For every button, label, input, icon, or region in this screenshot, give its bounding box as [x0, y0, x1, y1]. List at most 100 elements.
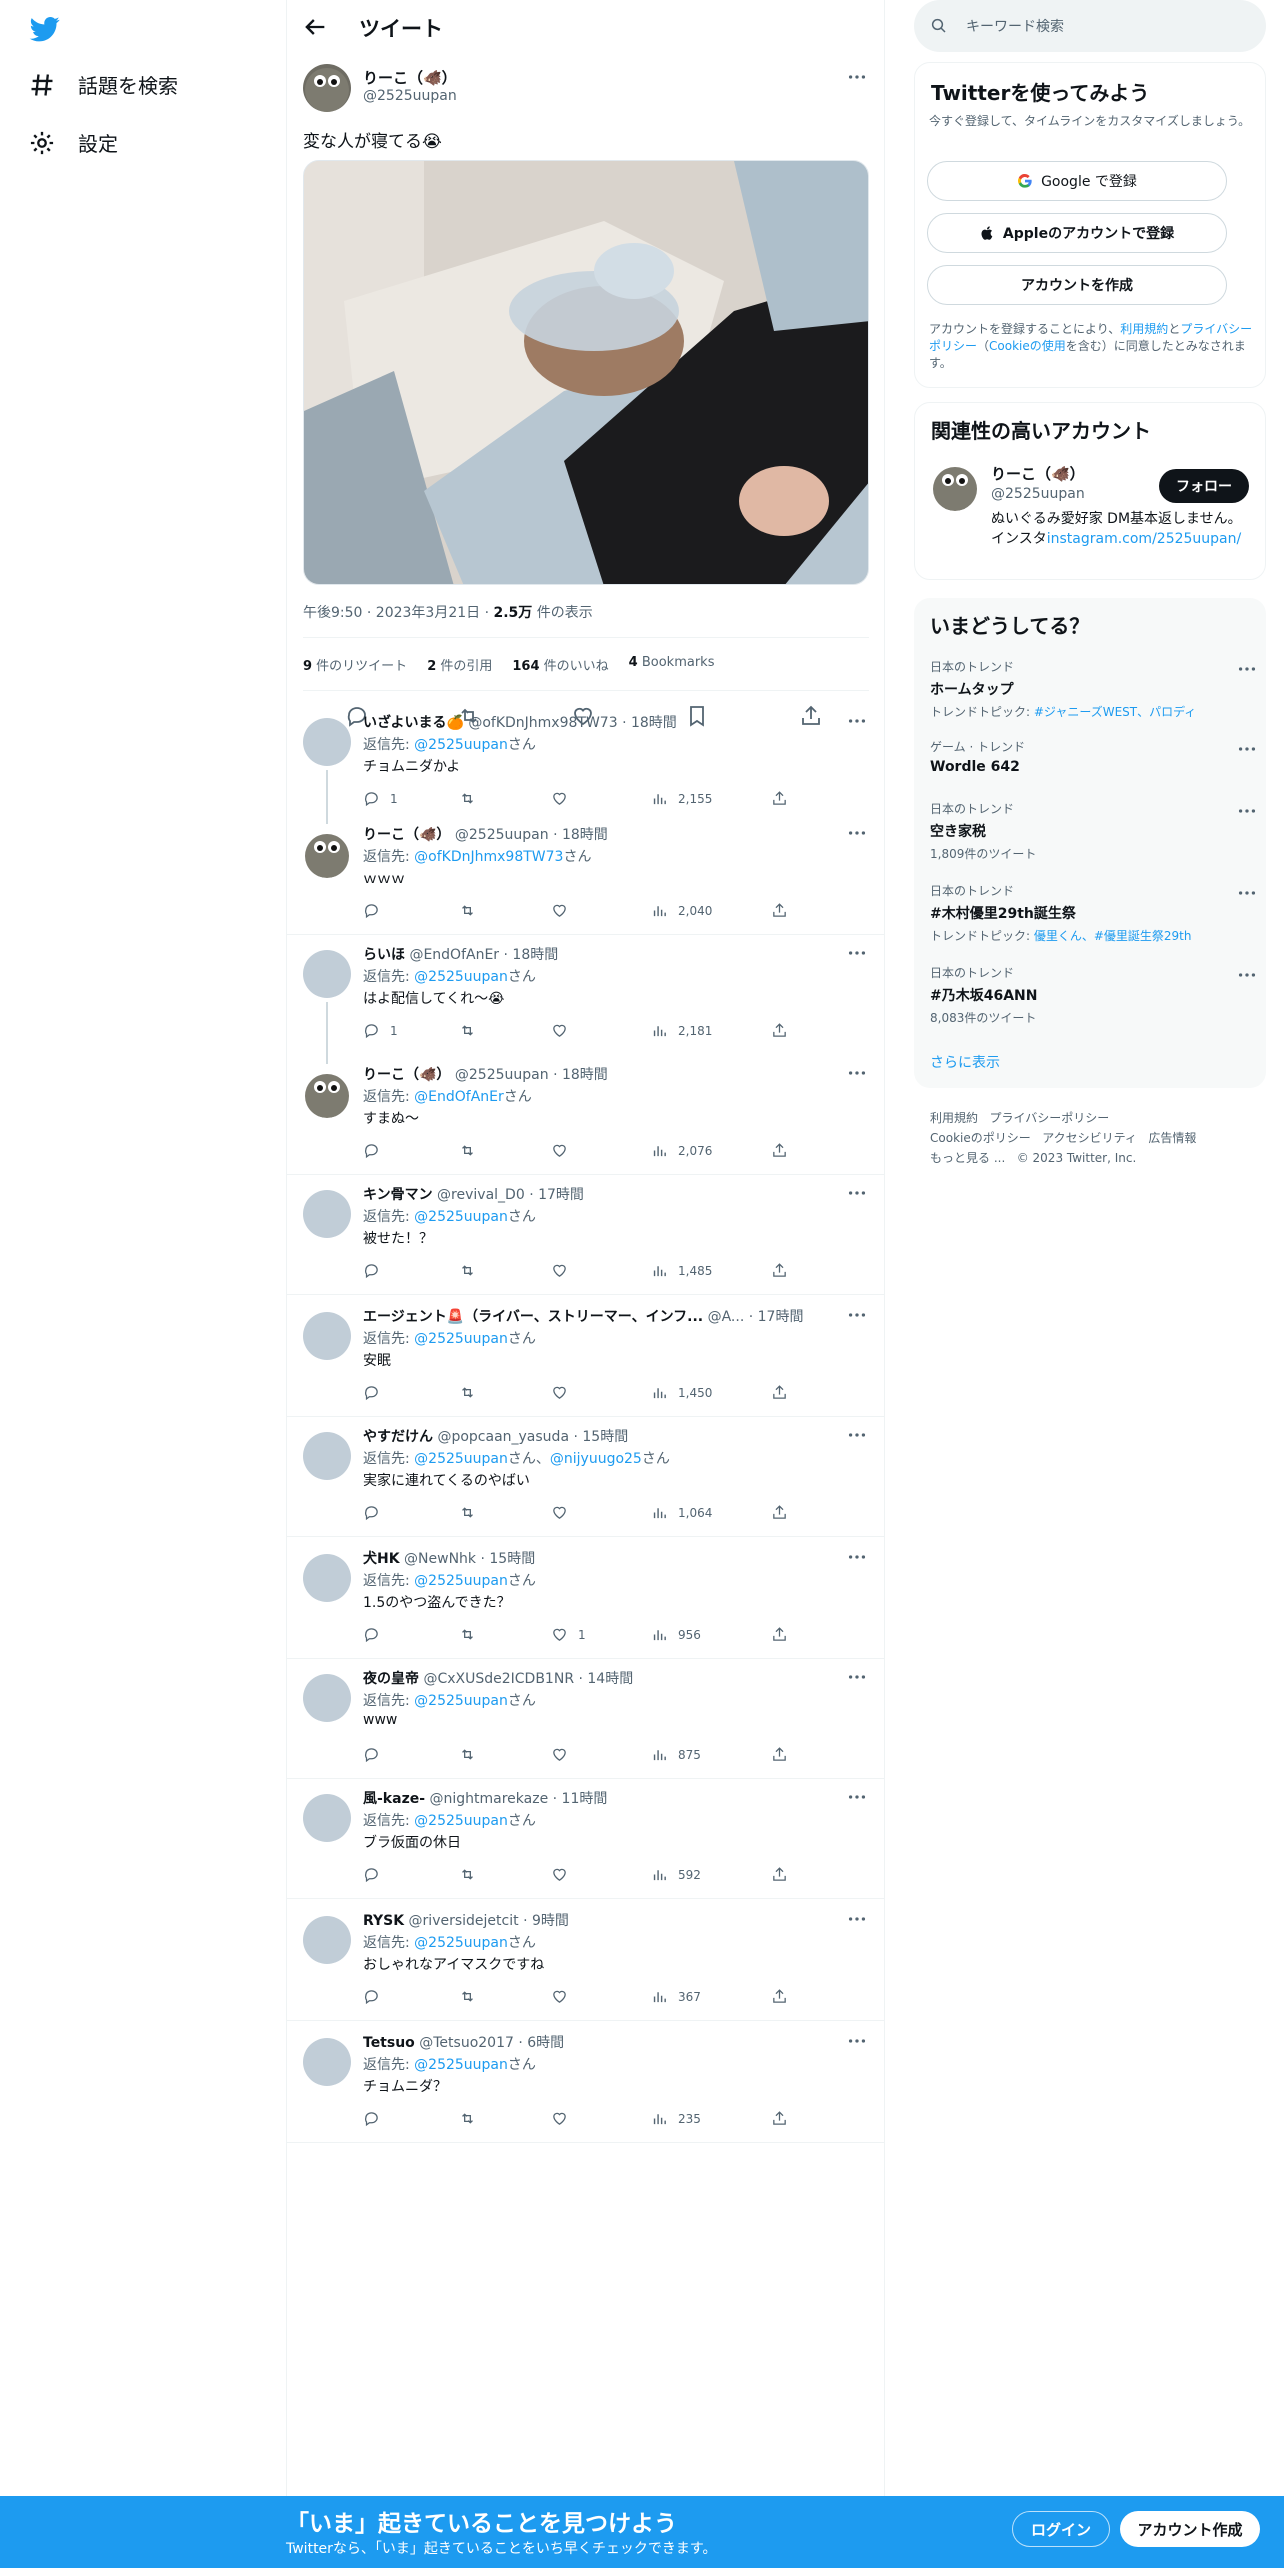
footer-ads[interactable]: 広告情報	[1148, 1131, 1196, 1145]
views-button[interactable]: 235	[651, 2110, 701, 2127]
avatar[interactable]	[303, 1916, 351, 1964]
trend-topic-link[interactable]: #ジャニーズWEST、パロディ	[1034, 705, 1196, 719]
views-button[interactable]: 1,064	[651, 1504, 712, 1521]
retweet-button[interactable]	[459, 1988, 486, 2005]
reply-button[interactable]	[363, 1384, 390, 1401]
reply-button[interactable]	[363, 902, 390, 919]
share-button[interactable]	[771, 1022, 788, 1039]
reply-author-handle[interactable]: @EndOfAnEr	[409, 947, 499, 963]
search-input[interactable]: キーワード検索	[914, 0, 1266, 52]
retweet-button[interactable]	[459, 1746, 486, 1763]
reply-author-handle[interactable]: @popcaan_yasuda	[437, 1429, 569, 1445]
views-button[interactable]: 367	[651, 1988, 701, 2005]
nav-explore[interactable]: 話題を検索	[28, 70, 178, 99]
more-options-icon[interactable]	[1236, 738, 1258, 760]
share-button[interactable]	[771, 1626, 788, 1643]
footer-terms[interactable]: 利用規約	[930, 1111, 978, 1125]
stat-quotes[interactable]: 2 件の引用	[427, 655, 492, 674]
trend-topic-link[interactable]: 優里くん、#優里誕生祭29th	[1034, 929, 1192, 943]
avatar[interactable]	[303, 1432, 351, 1480]
footer-privacy[interactable]: プライバシーポリシー	[989, 1111, 1109, 1125]
reply-author-handle[interactable]: @CxXUSde2ICDB1NR	[423, 1671, 574, 1687]
more-options-icon[interactable]	[1236, 882, 1258, 904]
reply-author-handle[interactable]: @ofKDnJhmx98TW73	[468, 715, 617, 731]
reply-author-name[interactable]: いざよいまる🍊	[363, 715, 464, 731]
reply-author-name[interactable]: 風-kaze-	[363, 1791, 425, 1807]
reply-to-link[interactable]: @2525uupan	[414, 2057, 508, 2073]
create-account-button[interactable]: アカウントを作成	[927, 265, 1227, 305]
share-button[interactable]	[771, 1262, 788, 1279]
share-button[interactable]	[771, 1746, 788, 1763]
views-button[interactable]: 956	[651, 1626, 701, 1643]
retweet-button[interactable]	[459, 1866, 486, 1883]
reply-to-link[interactable]: @2525uupan	[414, 1935, 508, 1951]
author-handle[interactable]: @2525uupan	[363, 88, 457, 104]
reply-to-link[interactable]: @2525uupan	[414, 1331, 508, 1347]
twitter-logo-icon[interactable]	[28, 14, 62, 44]
retweet-button[interactable]	[459, 1384, 486, 1401]
views-button[interactable]: 2,181	[651, 1022, 712, 1039]
reply-to-link[interactable]: @2525uupan	[414, 1813, 508, 1829]
reply-author-handle[interactable]: @nightmarekaze	[429, 1791, 548, 1807]
tweet-time[interactable]: 午後9:50 · 2023年3月21日 ·	[303, 605, 494, 621]
views-button[interactable]: 1,485	[651, 1262, 712, 1279]
avatar[interactable]	[303, 1070, 351, 1118]
trend-item[interactable]: 日本のトレンド 空き家税 1,809件のツイート	[930, 800, 1256, 862]
show-more-link[interactable]: さらに表示	[930, 1052, 1000, 1072]
reply-button[interactable]	[363, 1746, 390, 1763]
avatar[interactable]	[303, 718, 351, 766]
related-name[interactable]: りーこ（🐗）	[991, 463, 1085, 484]
reply-tweet[interactable]: らいほ @EndOfAnEr · 18時間 返信先: @2525uupanさん はよ…	[287, 940, 884, 1052]
avatar[interactable]	[303, 1794, 351, 1842]
like-button[interactable]	[551, 1384, 578, 1401]
reply-author-name[interactable]: 犬HK	[363, 1551, 400, 1567]
reply-tweet[interactable]: りーこ（🐗） @2525uupan · 18時間 返信先: @ofKDnJhmx9…	[287, 820, 884, 932]
reply-author-name[interactable]: エージェント🚨（ライバー、ストリーマー、インフ...	[363, 1309, 703, 1325]
reply-time[interactable]: · 18時間	[553, 1067, 608, 1083]
share-button[interactable]	[771, 1988, 788, 2005]
more-options-icon[interactable]	[846, 710, 868, 732]
reply-tweet[interactable]: りーこ（🐗） @2525uupan · 18時間 返信先: @EndOfAnErさ…	[287, 1060, 884, 1172]
avatar[interactable]	[303, 830, 351, 878]
reply-to-link[interactable]: @EndOfAnEr	[414, 1089, 504, 1105]
reply-author-handle[interactable]: @2525uupan	[455, 827, 549, 843]
nav-settings[interactable]: 設定	[28, 128, 118, 157]
trend-item[interactable]: 日本のトレンド #木村優里29th誕生祭 トレンドトピック: 優里くん、#優里誕生祭…	[930, 882, 1256, 944]
terms-link[interactable]: 利用規約	[1120, 322, 1168, 336]
more-options-icon[interactable]	[1236, 800, 1258, 822]
share-button[interactable]	[771, 1504, 788, 1521]
trend-item[interactable]: 日本のトレンド ホームタップ トレンドトピック: #ジャニーズWEST、パロディ	[930, 658, 1256, 720]
more-options-icon[interactable]	[846, 1304, 868, 1326]
more-options-icon[interactable]	[846, 66, 868, 88]
back-arrow-icon[interactable]	[301, 13, 329, 41]
login-button[interactable]: ログイン	[1012, 2511, 1110, 2547]
reply-time[interactable]: · 18時間	[622, 715, 677, 731]
reply-time[interactable]: · 18時間	[504, 947, 559, 963]
more-options-icon[interactable]	[846, 1062, 868, 1084]
stat-bookmarks[interactable]: 4 Bookmarks	[629, 655, 715, 674]
avatar[interactable]	[931, 463, 979, 511]
share-button[interactable]	[771, 902, 788, 919]
like-button[interactable]	[551, 790, 578, 807]
reply-author-name[interactable]: やすだけん	[363, 1429, 433, 1445]
reply-time[interactable]: · 17時間	[529, 1187, 584, 1203]
reply-to-link[interactable]: @ofKDnJhmx98TW73	[414, 849, 563, 865]
related-handle[interactable]: @2525uupan	[991, 486, 1085, 502]
more-options-icon[interactable]	[846, 1546, 868, 1568]
reply-author-name[interactable]: らいほ	[363, 947, 405, 963]
reply-author-name[interactable]: キン骨マン	[363, 1187, 433, 1203]
reply-tweet[interactable]: やすだけん @popcaan_yasuda · 15時間 返信先: @2525uu…	[287, 1422, 884, 1534]
bio-link[interactable]: instagram.com/2525uupan/	[1047, 531, 1241, 547]
more-options-icon[interactable]	[846, 2030, 868, 2052]
tweet-photo[interactable]	[303, 160, 869, 585]
retweet-button[interactable]	[459, 902, 486, 919]
more-options-icon[interactable]	[1236, 658, 1258, 680]
reply-button[interactable]	[363, 1866, 390, 1883]
reply-to-link[interactable]: @2525uupan	[414, 1693, 508, 1709]
reply-time[interactable]: · 9時間	[523, 1913, 569, 1929]
like-button[interactable]	[551, 1022, 578, 1039]
trend-item[interactable]: ゲーム · トレンド Wordle 642	[930, 738, 1256, 775]
reply-to-link[interactable]: @nijyuugo25	[550, 1451, 642, 1467]
reply-button[interactable]	[363, 2110, 390, 2127]
reply-button[interactable]	[363, 1626, 390, 1643]
